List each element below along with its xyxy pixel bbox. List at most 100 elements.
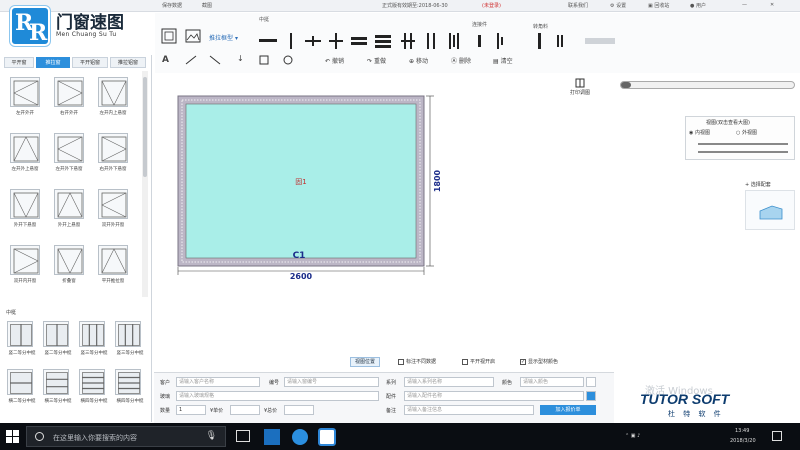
tab-sliding-alu[interactable]: 推拉铝窗 bbox=[110, 57, 146, 68]
notification-icon[interactable] bbox=[772, 431, 782, 441]
settings-button[interactable]: ⚙ 设置 bbox=[610, 2, 626, 9]
microphone-icon[interactable]: 🎙 bbox=[206, 431, 217, 441]
template-thumb[interactable] bbox=[54, 77, 84, 107]
checkbox-casement-open[interactable]: 平开视开启 bbox=[462, 358, 495, 365]
text-tool-icon[interactable]: A bbox=[162, 55, 169, 65]
triple-h-mullion-icon[interactable] bbox=[375, 33, 391, 49]
glass-input[interactable]: 请输入玻璃规格 bbox=[176, 391, 379, 401]
double-v-mullion-icon[interactable] bbox=[425, 33, 437, 49]
mullion-template-thumb[interactable] bbox=[115, 369, 141, 395]
windows-start-icon[interactable] bbox=[6, 430, 19, 443]
color-input[interactable]: 请输入颜色 bbox=[520, 377, 584, 387]
grid-mullion-icon[interactable] bbox=[401, 33, 415, 49]
tab-casement[interactable]: 平开窗 bbox=[4, 57, 34, 68]
tab-sliding[interactable]: 推拉窗 bbox=[36, 57, 70, 68]
mullion-template-thumb[interactable] bbox=[43, 369, 69, 395]
inner-view-radio[interactable]: ◉ 内视图 bbox=[689, 129, 710, 136]
checkbox-diff-data[interactable]: 标注不同数据 bbox=[398, 358, 436, 365]
series-input[interactable]: 请输入系列名称 bbox=[404, 377, 494, 387]
template-thumb[interactable] bbox=[98, 77, 128, 107]
drawing-canvas[interactable]: 固1 C1 2600 1800 bbox=[154, 75, 614, 370]
scrollbar-thumb[interactable] bbox=[143, 77, 147, 177]
circle-tool-icon[interactable] bbox=[283, 55, 293, 65]
mullion-template-thumb[interactable] bbox=[115, 321, 141, 347]
template-thumb[interactable] bbox=[10, 189, 40, 219]
taskbar-app-2-icon[interactable] bbox=[292, 429, 308, 445]
linkage-tool-1-icon[interactable] bbox=[475, 33, 485, 49]
clear-button[interactable]: ▤ 清空 bbox=[493, 56, 513, 65]
template-thumb[interactable] bbox=[10, 77, 40, 107]
arrow-down-tool-icon[interactable]: ↓ bbox=[237, 54, 244, 63]
taskbar-app-1-icon[interactable] bbox=[264, 429, 280, 445]
template-thumb[interactable] bbox=[98, 245, 128, 275]
print-drawing-button[interactable]: 打印调图 bbox=[565, 78, 595, 96]
line-tool-icon[interactable] bbox=[185, 55, 197, 65]
config-input[interactable]: 请输入配件名称 bbox=[404, 391, 584, 401]
mullion-template-thumb[interactable] bbox=[43, 321, 69, 347]
minimize-icon[interactable]: — bbox=[742, 2, 747, 8]
rect-tool-icon[interactable] bbox=[259, 55, 269, 65]
outer-view-radio[interactable]: ○ 外视图 bbox=[736, 129, 757, 136]
task-view-icon[interactable] bbox=[236, 430, 250, 442]
remark-input[interactable]: 请输入备注信息 bbox=[404, 405, 534, 415]
template-thumb[interactable] bbox=[54, 189, 84, 219]
taskbar-search[interactable]: 在这里输入你要搜索的内容 🎙 bbox=[26, 426, 226, 447]
screenshot-button[interactable]: 截图 bbox=[202, 2, 212, 9]
delete-button[interactable]: Ⓐ 删除 bbox=[451, 56, 471, 65]
tray-icons[interactable]: ⌃ ▣ ♪ bbox=[625, 433, 640, 439]
customer-input[interactable]: 请输入客户名称 bbox=[176, 377, 260, 387]
v-mullion-icon[interactable] bbox=[287, 33, 295, 49]
price-input[interactable] bbox=[230, 405, 260, 415]
recycle-bin-button[interactable]: ▣ 回收站 bbox=[648, 2, 669, 9]
mullion-template-thumb[interactable] bbox=[79, 369, 105, 395]
split-mullion-icon[interactable] bbox=[329, 33, 343, 49]
linkage-tool-2-icon[interactable] bbox=[495, 33, 505, 49]
profile-sample-icon[interactable] bbox=[585, 33, 615, 49]
view-position-button[interactable]: 视图位置 bbox=[350, 357, 381, 367]
select-hardware-button[interactable]: + 选择配套 bbox=[745, 181, 771, 188]
zoom-slider[interactable] bbox=[620, 81, 795, 89]
qty-input[interactable]: 1 bbox=[176, 405, 206, 415]
tab-casement-alu[interactable]: 平开铝窗 bbox=[72, 57, 108, 68]
taskbar-mentuchang-icon[interactable] bbox=[318, 428, 336, 446]
image-tool-icon[interactable] bbox=[185, 28, 201, 44]
clock-date[interactable]: 2018/3/20 bbox=[730, 438, 756, 444]
template-thumb[interactable] bbox=[98, 133, 128, 163]
config-picker[interactable] bbox=[586, 391, 596, 401]
mullion-template-thumb[interactable] bbox=[79, 321, 105, 347]
add-to-quote-button[interactable]: 加入报价单 bbox=[540, 405, 596, 415]
template-thumb[interactable] bbox=[98, 189, 128, 219]
diagonal-tool-icon[interactable] bbox=[209, 55, 221, 65]
mullion-template-thumb[interactable] bbox=[7, 369, 33, 395]
zoom-slider-handle[interactable] bbox=[621, 82, 631, 88]
double-h-mullion-icon[interactable] bbox=[351, 33, 367, 49]
clock-time[interactable]: 13:49 bbox=[735, 428, 749, 434]
multi-mullion-icon[interactable] bbox=[447, 33, 461, 49]
template-thumb[interactable] bbox=[54, 133, 84, 163]
cross-mullion-icon[interactable] bbox=[305, 33, 321, 49]
total-input[interactable] bbox=[284, 405, 314, 415]
template-thumb[interactable] bbox=[10, 133, 40, 163]
save-data-button[interactable]: 保存数据 bbox=[162, 2, 182, 9]
undo-button[interactable]: ↶ 撤销 bbox=[325, 56, 344, 65]
redo-button[interactable]: ↷ 重做 bbox=[367, 56, 386, 65]
number-input[interactable]: 请输入窗编号 bbox=[284, 377, 379, 387]
color-picker[interactable] bbox=[586, 377, 596, 387]
mullion-template-thumb[interactable] bbox=[7, 321, 33, 347]
width-dimension-label[interactable]: 2600 bbox=[290, 272, 313, 281]
move-button[interactable]: ⊕ 移动 bbox=[409, 56, 428, 65]
template-thumb[interactable] bbox=[54, 245, 84, 275]
profile-select[interactable]: 推拉框型 ▾ bbox=[209, 33, 238, 42]
hardware-preview[interactable] bbox=[745, 190, 795, 230]
h-mullion-icon[interactable] bbox=[259, 33, 277, 49]
frame-tool-icon[interactable] bbox=[161, 28, 177, 44]
corner-tool-2-icon[interactable] bbox=[555, 33, 565, 49]
height-dimension-label[interactable]: 1800 bbox=[433, 169, 442, 192]
checkbox-show-profile-color[interactable]: ✓ 显示型材颜色 bbox=[520, 358, 558, 365]
close-icon[interactable]: ✕ bbox=[770, 2, 774, 8]
template-thumb[interactable] bbox=[10, 245, 40, 275]
contact-button[interactable]: 联系我们 bbox=[568, 2, 588, 9]
corner-tool-1-icon[interactable] bbox=[535, 33, 545, 49]
template-scrollbar[interactable] bbox=[142, 71, 148, 297]
window-drawing[interactable]: 固1 C1 2600 1800 bbox=[154, 75, 614, 370]
